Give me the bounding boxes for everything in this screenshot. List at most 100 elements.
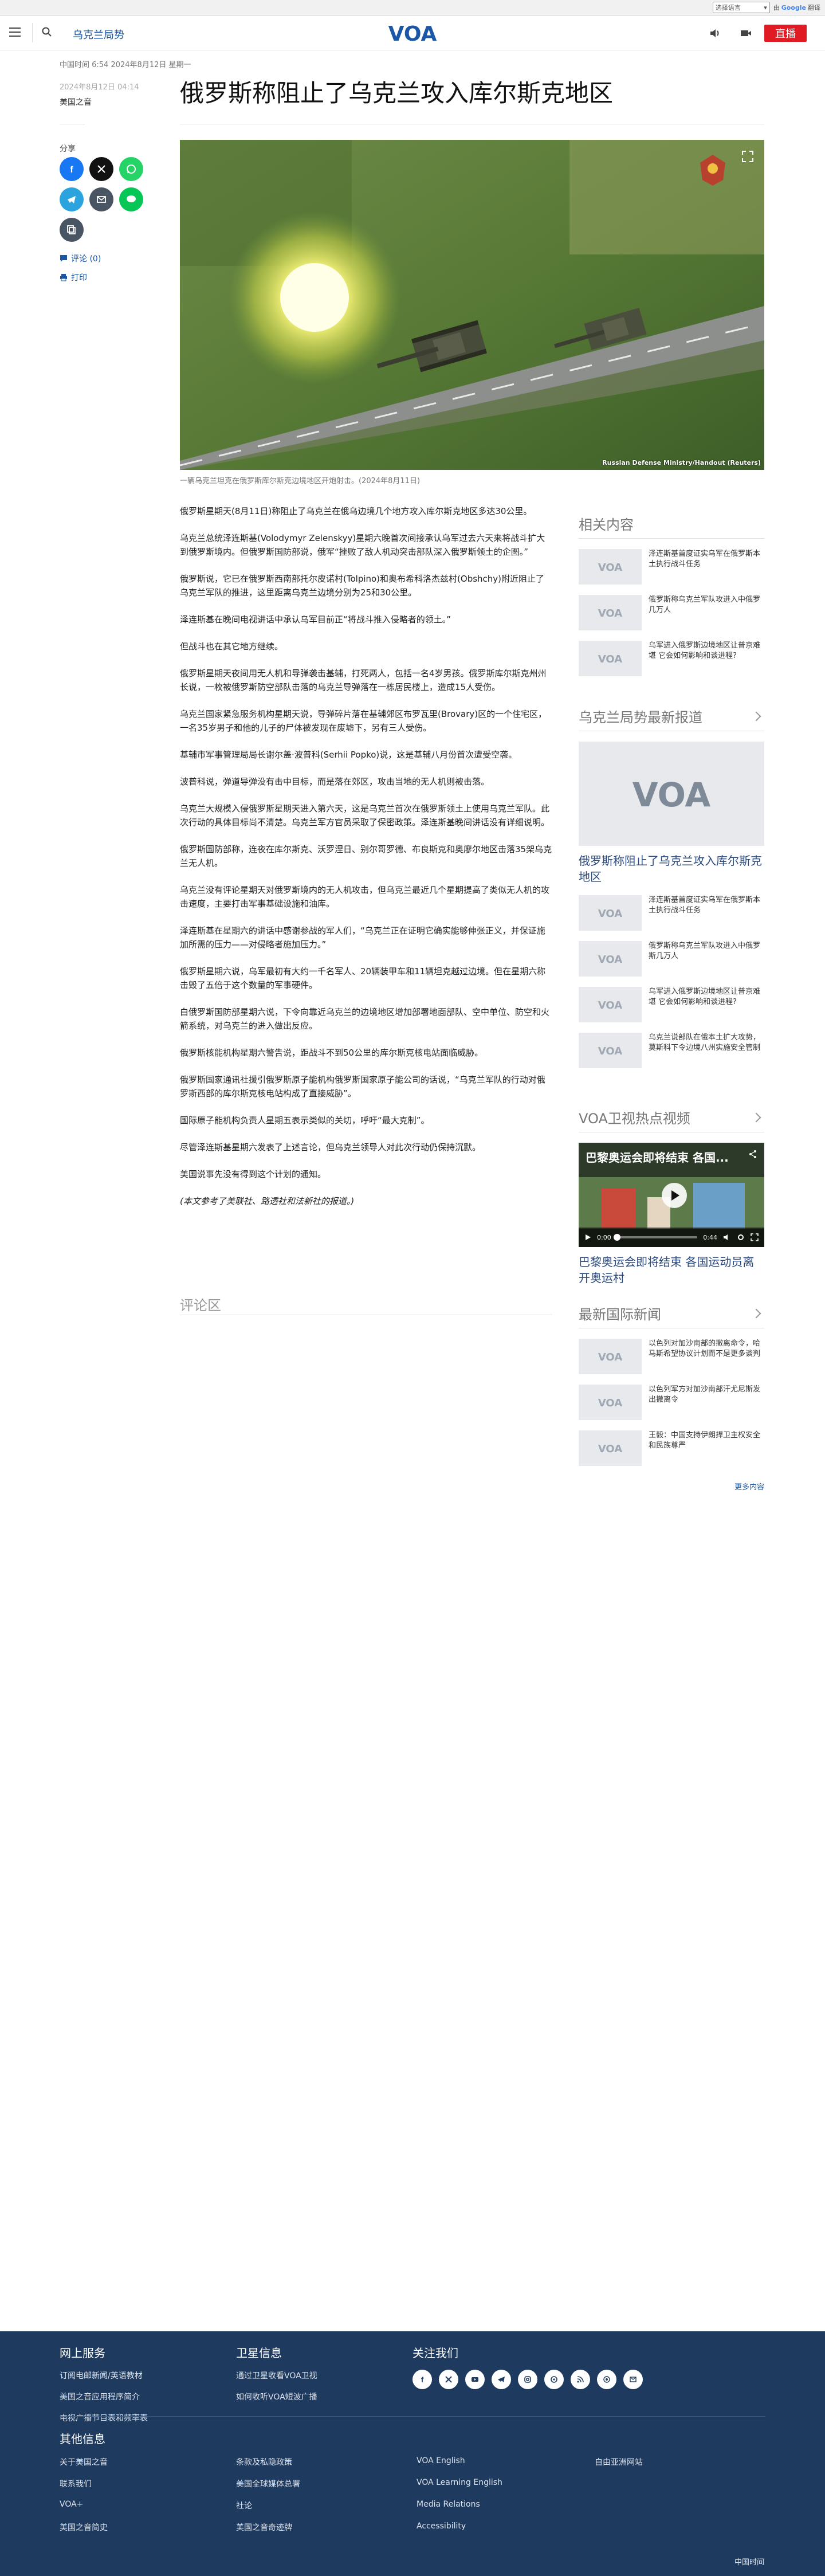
list-item[interactable]: VOA 泽连斯基首度证实乌军在俄罗斯本土执行战斗任务: [579, 895, 764, 931]
x-share-button[interactable]: [89, 157, 113, 181]
fullscreen-icon[interactable]: [751, 1233, 759, 1241]
footer-link[interactable]: 关于美国之音: [60, 2456, 108, 2468]
video-section-title[interactable]: VOA卫视热点视频: [579, 1107, 764, 1132]
footer-link[interactable]: 订阅电邮新闻/英语教材: [60, 2370, 148, 2381]
feature-thumbnail[interactable]: VOA: [579, 742, 764, 846]
telegram-icon[interactable]: [492, 2370, 511, 2389]
list-item-title: 以色列对加沙南部的撤离命令，哈马斯希望协议计划而不是更多谈判: [649, 1339, 761, 1358]
list-item-title: 俄罗斯称乌克兰军队攻进入中俄罗几万人: [649, 595, 761, 614]
comments-link[interactable]: 评论 (0): [60, 253, 101, 264]
video-caption[interactable]: 巴黎奥运会即将结束 各国运动员离开奥运村: [579, 1254, 764, 1286]
play-button[interactable]: [662, 1183, 687, 1208]
whatsapp-share-button[interactable]: [119, 157, 143, 181]
play-icon[interactable]: [584, 1234, 591, 1241]
list-item-title: 乌军进入俄罗斯边境地区让普京难堪 它会如何影响和谈进程?: [649, 641, 761, 660]
footer-heading: 网上服务: [60, 2346, 105, 2360]
volume-icon[interactable]: [723, 1233, 731, 1241]
youtube-icon[interactable]: [465, 2370, 485, 2389]
comments-label: 评论 (0): [71, 254, 101, 264]
footer-link[interactable]: VOA English: [417, 2456, 465, 2465]
email-icon[interactable]: [623, 2370, 643, 2389]
copy-icon: [67, 225, 76, 234]
page-title: 俄罗斯称阻止了乌克兰攻入库尔斯克地区: [180, 79, 614, 107]
list-item-title: 乌克兰说部队在俄本土扩大攻势，莫斯科下令边境八州实施安全管制: [649, 1033, 761, 1052]
email-icon: [97, 196, 106, 203]
footer-follow: 关注我们 f: [412, 2344, 643, 2389]
video-progress-track[interactable]: [613, 1234, 698, 1241]
video-controls: 0:00 0:44: [579, 1228, 764, 1247]
list-item-title: 俄罗斯称乌克兰军队攻进入中俄罗斯几万人: [649, 942, 761, 960]
instagram-icon[interactable]: [518, 2370, 537, 2389]
article-paragraph: 俄罗斯核能机构星期六警告说，距战斗不到50公里的库尔斯克核电站面临威胁。: [180, 1048, 484, 1058]
footer-link[interactable]: 通过卫星收看VOA卫视: [236, 2370, 317, 2381]
voa-logo[interactable]: VOA: [383, 22, 442, 45]
footer-link[interactable]: 条款及私隐政策: [236, 2456, 292, 2468]
intl-news-title[interactable]: 最新国际新闻: [579, 1303, 764, 1328]
footer-link[interactable]: 社论: [236, 2500, 252, 2511]
video-icon[interactable]: [739, 26, 753, 40]
voa-placeholder-icon: VOA: [579, 895, 642, 931]
hero-image[interactable]: Russian Defense Ministry/Handout (Reuter…: [180, 140, 764, 470]
footer-link[interactable]: 电视广播节目表和频率表: [60, 2412, 148, 2424]
list-item[interactable]: VOA 泽连斯基首度证实乌军在俄罗斯本土执行战斗任务: [579, 549, 764, 585]
settings-icon[interactable]: [737, 1233, 745, 1241]
ukraine-latest-title[interactable]: 乌克兰局势最新报道: [579, 706, 764, 731]
radio-icon[interactable]: [597, 2370, 616, 2389]
footer-link[interactable]: 美国全球媒体总署: [236, 2478, 300, 2489]
menu-icon[interactable]: [9, 28, 21, 37]
footer-link[interactable]: 联系我们: [60, 2478, 92, 2489]
site-header: 乌克兰局势 VOA 直播: [0, 16, 825, 50]
footer-link[interactable]: 美国之音应用程序简介: [60, 2391, 148, 2402]
language-select[interactable]: 选择语言 ▾: [712, 2, 770, 13]
video-progress-handle[interactable]: [613, 1234, 620, 1241]
social-links: f: [412, 2370, 643, 2389]
facebook-share-button[interactable]: f: [60, 157, 84, 181]
footer-link[interactable]: VOA Learning English: [417, 2478, 502, 2487]
list-item[interactable]: VOA 以色列军方对加沙南部汗尤尼斯发出撤离令: [579, 1385, 764, 1420]
footer-divider: [60, 2416, 765, 2417]
list-item[interactable]: VOA 以色列对加沙南部的撤离命令，哈马斯希望协议计划而不是更多谈判: [579, 1339, 764, 1374]
print-link[interactable]: 打印: [60, 272, 87, 283]
svg-text:VOA: VOA: [598, 1397, 622, 1408]
svg-text:f: f: [421, 2375, 424, 2383]
list-item[interactable]: VOA 俄罗斯称乌克兰军队攻进入中俄罗几万人: [579, 595, 764, 630]
x-icon[interactable]: [439, 2370, 458, 2389]
footer-link[interactable]: Media Relations: [417, 2500, 480, 2509]
share-icon[interactable]: [748, 1150, 757, 1159]
powered-by-google[interactable]: 由 Google 翻译: [773, 3, 820, 12]
list-item[interactable]: VOA 乌军进入俄罗斯边境地区让普京难堪 它会如何影响和谈进程?: [579, 641, 764, 676]
footer-link[interactable]: VOA+: [60, 2500, 83, 2509]
print-icon: [60, 274, 67, 281]
section-link[interactable]: 乌克兰局势: [73, 27, 124, 42]
chevron-right-icon: [751, 1308, 761, 1318]
podcast-icon[interactable]: [544, 2370, 564, 2389]
footer-link[interactable]: 如何收听VOA短波广播: [236, 2391, 317, 2402]
article-paragraph: 波普科说，弹道导弹没有击中目标，而是落在郊区，攻击当地的无人机则被击落。: [180, 777, 490, 787]
article-paragraph: 泽连斯基在晚间电视讲话中承认乌军目前正“将战斗推入侵略者的领土。”: [180, 614, 451, 625]
more-link[interactable]: 更多内容: [579, 1481, 764, 1492]
footer-link[interactable]: Accessibility: [417, 2522, 466, 2531]
live-button[interactable]: 直播: [764, 25, 807, 42]
footer-link[interactable]: 美国之音简史: [60, 2522, 108, 2533]
footer-link[interactable]: 自由亚洲网站: [595, 2456, 643, 2468]
email-share-button[interactable]: [89, 187, 113, 211]
line-share-button[interactable]: [119, 187, 143, 211]
footer-link[interactable]: 美国之音奇迹牌: [236, 2522, 292, 2533]
author[interactable]: 美国之音: [60, 96, 92, 108]
rss-icon[interactable]: [571, 2370, 590, 2389]
search-icon[interactable]: [41, 26, 53, 38]
expand-icon[interactable]: [739, 148, 756, 165]
list-item[interactable]: VOA 乌军进入俄罗斯边境地区让普京难堪 它会如何影响和谈进程?: [579, 987, 764, 1022]
share-buttons: f: [60, 157, 156, 242]
list-item[interactable]: VOA 乌克兰说部队在俄本土扩大攻势，莫斯科下令边境八州实施安全管制: [579, 1033, 764, 1068]
feature-title[interactable]: 俄罗斯称阻止了乌克兰攻入库尔斯克地区: [579, 853, 764, 885]
audio-icon[interactable]: [708, 26, 722, 40]
header-divider: [32, 23, 33, 42]
copy-link-button[interactable]: [60, 218, 84, 242]
video-player[interactable]: 巴黎奥运会即将结束 各国... 0:00 0:44: [579, 1143, 764, 1247]
telegram-share-button[interactable]: [60, 187, 84, 211]
list-item[interactable]: VOA 俄罗斯称乌克兰军队攻进入中俄罗斯几万人: [579, 941, 764, 977]
facebook-icon[interactable]: f: [412, 2370, 432, 2389]
list-item[interactable]: VOA 王毅：中国支持伊朗捍卫主权安全和民族尊严: [579, 1430, 764, 1466]
svg-text:VOA: VOA: [598, 1045, 622, 1056]
